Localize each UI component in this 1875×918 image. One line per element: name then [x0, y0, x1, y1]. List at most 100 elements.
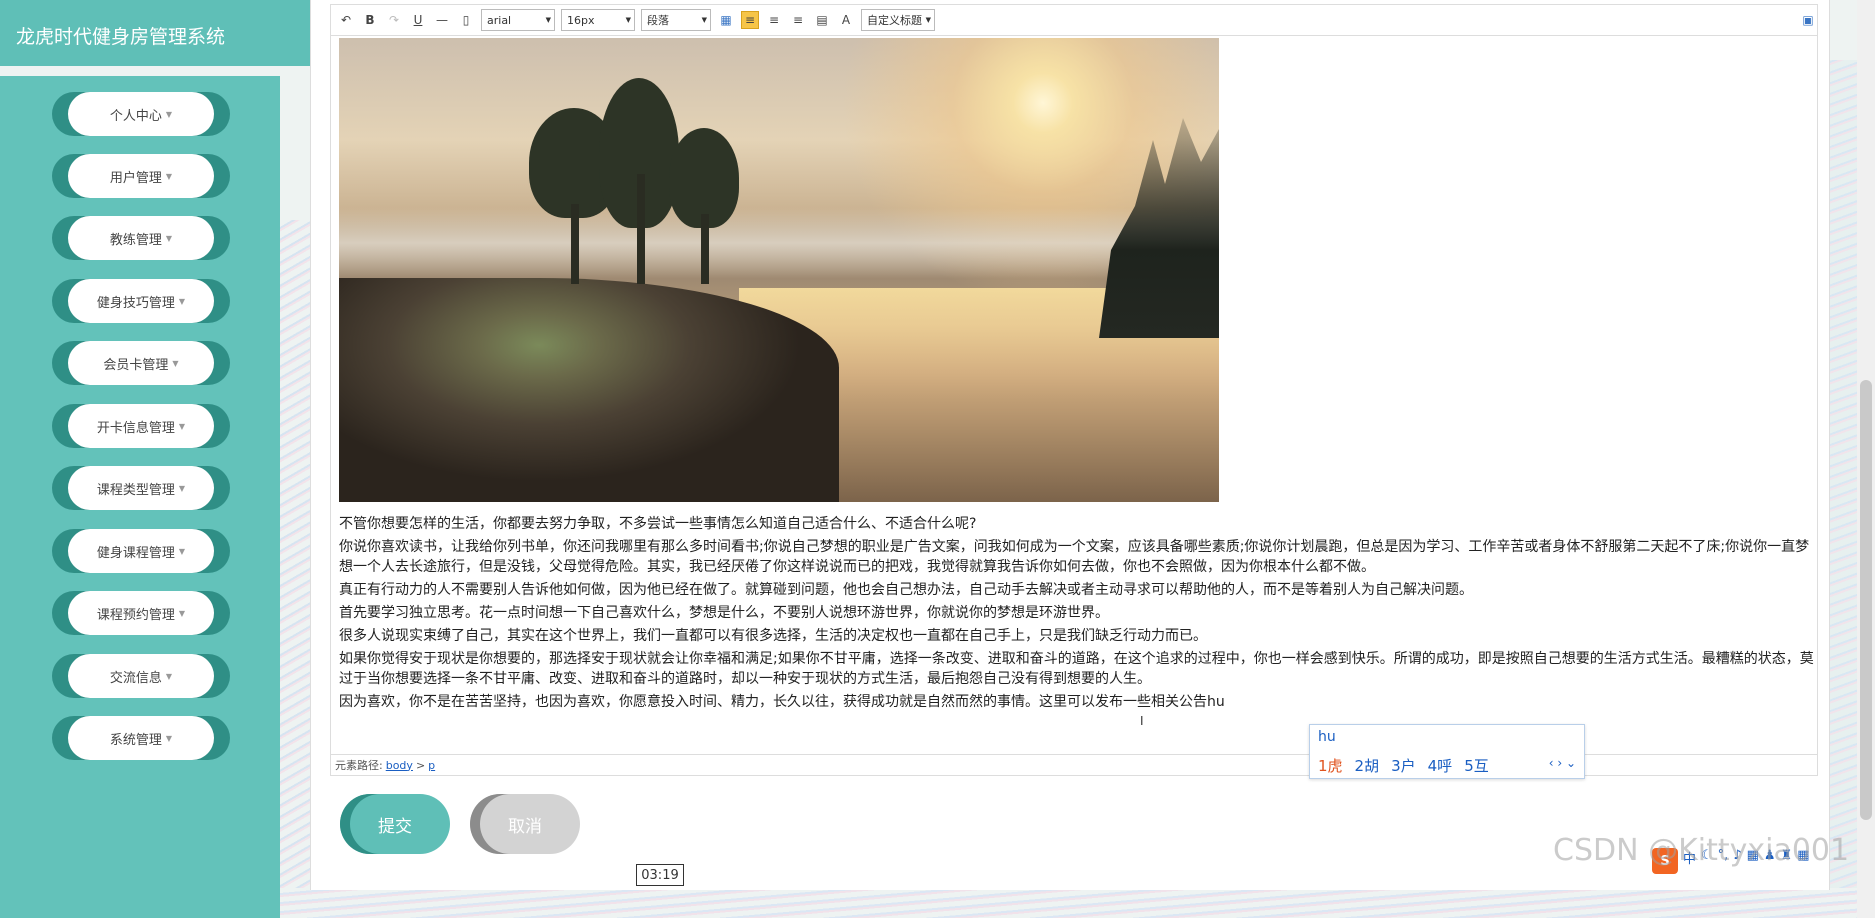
element-path-body-link[interactable]: body	[386, 759, 413, 772]
sidebar-item-pill[interactable]: 课程类型管理 ▼	[68, 466, 214, 510]
editor-content[interactable]: 不管你想要怎样的生活，你都要去努力争取，不多尝试一些事情怎么知道自己适合什么、不…	[339, 514, 1815, 715]
sidebar-item-coach-management[interactable]: 教练管理 ▼	[52, 216, 230, 260]
paragraph-select[interactable]: 段落 ▼	[641, 9, 711, 31]
underline-icon[interactable]: U	[409, 11, 427, 29]
sidebar-item-card-opening[interactable]: 开卡信息管理 ▼	[52, 404, 230, 448]
sidebar-item-fitness-course[interactable]: 健身课程管理 ▼	[52, 529, 230, 573]
fullscreen-icon[interactable]: ▣	[1799, 11, 1817, 29]
page-scrollbar[interactable]	[1857, 0, 1875, 918]
cancel-button[interactable]: 取消	[470, 794, 580, 854]
tree-foliage	[669, 128, 739, 228]
align-justify-icon[interactable]: ▤	[813, 11, 831, 29]
app-title: 龙虎时代健身房管理系统	[16, 26, 226, 48]
landscape-photo	[339, 38, 1219, 502]
sidebar-item-label: 课程类型管理	[96, 482, 175, 498]
align-left-icon[interactable]: ≡	[741, 11, 759, 29]
mist-layer	[339, 208, 1219, 278]
horizontal-rule-icon[interactable]: —	[433, 11, 451, 29]
sidebar-item-course-type[interactable]: 课程类型管理 ▼	[52, 466, 230, 510]
document-icon[interactable]: ▯	[457, 11, 475, 29]
font-size-select[interactable]: 16px ▼	[561, 9, 635, 31]
rich-text-editor[interactable]: 不管你想要怎样的生活，你都要去努力争取，不多尝试一些事情怎么知道自己适合什么、不…	[330, 36, 1818, 754]
sidebar-item-personal-center[interactable]: 个人中心 ▼	[52, 92, 230, 136]
paragraph: 不管你想要怎样的生活，你都要去努力争取，不多尝试一些事情怎么知道自己适合什么、不…	[339, 516, 977, 532]
font-family-value: arial	[487, 13, 512, 27]
sidebar-item-pill[interactable]: 开卡信息管理 ▼	[68, 404, 214, 448]
paragraph: 如果你觉得安于现状是你想要的，那选择安于现状就会让你幸福和满足;如果你不甘平庸，…	[339, 651, 1814, 687]
element-path-label: 元素路径:	[335, 759, 383, 772]
ime-candidate[interactable]: 1虎	[1318, 755, 1343, 776]
element-path-p-link[interactable]: p	[428, 759, 435, 772]
caret-down-icon: ▼	[165, 671, 173, 681]
sidebar-item-system-management[interactable]: 系统管理 ▼	[52, 716, 230, 760]
sidebar-item-pill[interactable]: 课程预约管理 ▼	[68, 591, 214, 635]
ime-candidates: 1虎 2胡 3户 4呼 5互	[1318, 755, 1489, 776]
sidebar-item-label: 健身课程管理	[96, 545, 175, 561]
font-color-label: A	[841, 13, 851, 27]
custom-title-value: 自定义标题	[867, 14, 922, 27]
ime-page-nav-icon[interactable]: ‹ › ⌄	[1549, 756, 1576, 770]
sidebar-item-exchange-info[interactable]: 交流信息 ▼	[52, 654, 230, 698]
sidebar-item-label: 个人中心	[109, 108, 162, 124]
dropdown-arrow-icon: ▼	[925, 16, 931, 24]
sidebar-item-member-card[interactable]: 会员卡管理 ▼	[52, 341, 230, 385]
sidebar-item-pill[interactable]: 教练管理 ▼	[68, 216, 214, 260]
dropdown-arrow-icon: ▼	[701, 16, 707, 24]
dropdown-arrow-icon: ▼	[545, 16, 551, 24]
sidebar-item-label: 会员卡管理	[103, 357, 169, 373]
rocky-island	[339, 278, 839, 502]
caret-down-icon: ▼	[178, 546, 186, 556]
table-icon[interactable]: ▦	[717, 11, 735, 29]
ime-candidate[interactable]: 5互	[1464, 755, 1489, 776]
paragraph: 你说你喜欢读书，让我给你列书单，你还问我哪里有那么多时间看书;你说自己梦想的职业…	[339, 539, 1810, 575]
sidebar-item-pill[interactable]: 会员卡管理 ▼	[68, 341, 214, 385]
sidebar-item-label: 交流信息	[109, 670, 162, 686]
ime-candidate[interactable]: 3户	[1391, 755, 1416, 776]
ime-input-text: hu	[1318, 729, 1336, 745]
editor-toolbar: ↶ B ↷ U — ▯ arial ▼ 16px ▼ 段落 ▼ ▦ ≡ ≡ ≡ ▤ A…	[330, 4, 1818, 36]
caret-down-icon: ▼	[165, 171, 173, 181]
font-family-select[interactable]: arial ▼	[481, 9, 555, 31]
dropdown-arrow-icon: ▼	[625, 16, 631, 24]
redo-icon[interactable]: ↷	[385, 11, 403, 29]
caret-down-icon: ▼	[178, 483, 186, 493]
caret-down-icon: ▼	[165, 733, 173, 743]
paragraph-value: 段落	[647, 14, 669, 27]
tree-trunk	[701, 214, 709, 284]
sidebar-item-label: 健身技巧管理	[96, 295, 175, 311]
align-center-icon[interactable]: ≡	[789, 11, 807, 29]
sidebar-item-pill[interactable]: 交流信息 ▼	[68, 654, 214, 698]
sidebar: 个人中心 ▼ 用户管理 ▼ 教练管理 ▼ 健身技巧管理 ▼ 会员卡管理 ▼ 开卡信息管理 ▼…	[0, 76, 280, 918]
paragraph: 很多人说现实束缚了自己，其实在这个世界上，我们一直都可以有很多选择，生活的决定权…	[339, 628, 1207, 644]
background-decoration-bottom	[280, 888, 1875, 918]
element-path-separator: >	[415, 758, 426, 772]
sidebar-item-pill[interactable]: 健身课程管理 ▼	[68, 529, 214, 573]
sidebar-item-pill[interactable]: 系统管理 ▼	[68, 716, 214, 760]
cancel-button-label: 取消	[508, 816, 542, 837]
custom-title-select[interactable]: 自定义标题 ▼	[861, 9, 935, 31]
sidebar-item-user-management[interactable]: 用户管理 ▼	[52, 154, 230, 198]
tree-trunk	[637, 174, 645, 284]
sidebar-item-fitness-tips[interactable]: 健身技巧管理 ▼	[52, 279, 230, 323]
bold-icon[interactable]: B	[361, 11, 379, 29]
scrollbar-thumb[interactable]	[1860, 380, 1872, 820]
align-right-icon[interactable]: ≡	[765, 11, 783, 29]
sidebar-item-pill[interactable]: 用户管理 ▼	[68, 154, 214, 198]
sidebar-item-label: 系统管理	[109, 732, 162, 748]
caret-down-icon: ▼	[178, 421, 186, 431]
ime-candidate-popup[interactable]: hu 1虎 2胡 3户 4呼 5互 ‹ › ⌄	[1309, 724, 1585, 779]
ime-candidate[interactable]: 2胡	[1355, 755, 1380, 776]
font-color-icon[interactable]: A	[837, 11, 855, 29]
sidebar-item-pill[interactable]: 个人中心 ▼	[68, 92, 214, 136]
sidebar-item-course-booking[interactable]: 课程预约管理 ▼	[52, 591, 230, 635]
undo-icon[interactable]: ↶	[337, 11, 355, 29]
ime-candidate[interactable]: 4呼	[1428, 755, 1453, 776]
app-header: 龙虎时代健身房管理系统	[0, 0, 330, 66]
sidebar-item-pill[interactable]: 健身技巧管理 ▼	[68, 279, 214, 323]
caret-down-icon: ▼	[165, 233, 173, 243]
submit-button[interactable]: 提交	[340, 794, 450, 854]
submit-button-label: 提交	[378, 816, 412, 837]
video-timestamp: 03:19	[636, 864, 684, 886]
caret-down-icon: ▼	[178, 296, 186, 306]
caret-down-icon: ▼	[165, 109, 173, 119]
